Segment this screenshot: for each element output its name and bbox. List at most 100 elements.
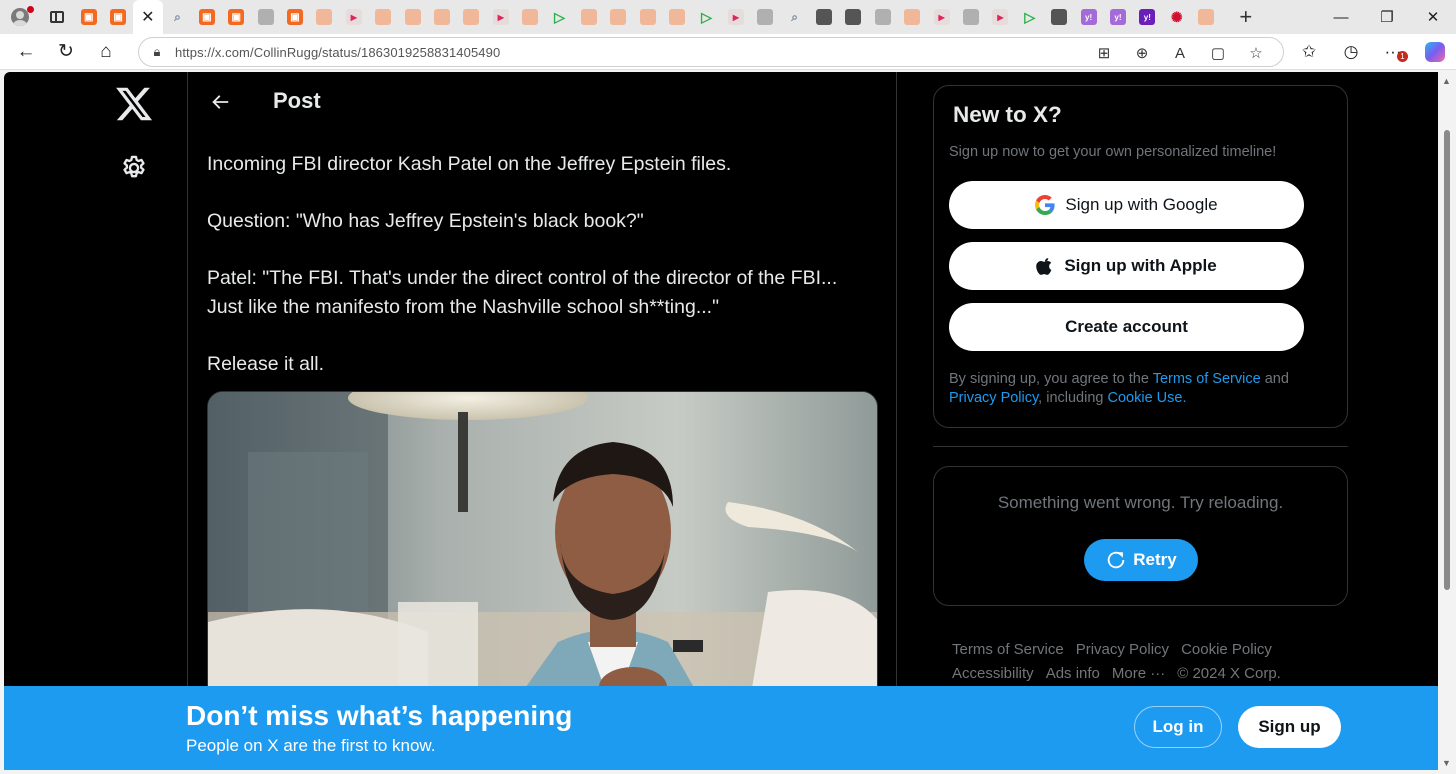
history-icon[interactable]: ◷ [1330, 35, 1372, 69]
banner-headline: Don’t miss what’s happening [186, 700, 573, 731]
close-window-icon[interactable]: ✕ [1410, 0, 1456, 34]
tab[interactable] [1103, 0, 1132, 34]
tab[interactable] [545, 0, 574, 34]
tab[interactable] [339, 0, 368, 34]
scroll-up-icon[interactable]: ▲ [1442, 76, 1451, 86]
news-favicon-icon [1051, 9, 1068, 25]
video-favicon-icon [992, 9, 1009, 25]
tab[interactable] [986, 0, 1015, 34]
footer-link[interactable]: Accessibility [952, 662, 1034, 686]
scrollbar-thumb[interactable] [1444, 130, 1450, 590]
page-title: Post [273, 88, 321, 113]
home-button[interactable]: ⌂ [86, 35, 126, 69]
read-aloud-icon[interactable]: A [1161, 45, 1199, 62]
tab[interactable] [1191, 0, 1220, 34]
reload-button[interactable]: ↻ [46, 35, 86, 69]
retry-button[interactable]: Retry [1084, 539, 1198, 581]
tab[interactable] [751, 0, 780, 34]
tab[interactable] [163, 0, 192, 34]
play-favicon-icon [699, 9, 715, 25]
error-card: Something went wrong. Try reloading. Ret… [933, 466, 1348, 606]
footer-link[interactable]: More ··· [1112, 662, 1165, 686]
tab[interactable] [398, 0, 427, 34]
tab[interactable] [1162, 0, 1191, 34]
footer-link[interactable]: Terms of Service [952, 638, 1064, 662]
minimize-icon[interactable]: — [1318, 0, 1364, 34]
tab[interactable] [956, 0, 985, 34]
tab[interactable] [457, 0, 486, 34]
tab[interactable] [251, 0, 280, 34]
new-tab-button[interactable]: + [1229, 0, 1263, 34]
yahoo-favicon-icon [1109, 9, 1126, 25]
notification-dot [27, 6, 34, 13]
post-paragraph: Incoming FBI director Kash Patel on the … [207, 153, 732, 175]
favorites-icon[interactable]: ✩ [1288, 35, 1330, 69]
address-bar[interactable]: 🔒︎ https://x.com/CollinRugg/status/18630… [138, 37, 1284, 67]
signup-button[interactable]: Sign up [1238, 706, 1341, 748]
tab[interactable] [74, 0, 103, 34]
x-logo-icon[interactable] [114, 84, 154, 124]
footer-link[interactable]: Ads info [1046, 662, 1100, 686]
tab[interactable] [809, 0, 838, 34]
back-button[interactable] [202, 84, 238, 120]
tab[interactable] [192, 0, 221, 34]
lock-icon[interactable]: 🔒︎ [139, 44, 175, 60]
close-tab-icon[interactable]: ✕ [141, 7, 154, 27]
video-favicon-icon [727, 9, 744, 25]
substack-favicon-icon [610, 9, 627, 25]
tab[interactable] [898, 0, 927, 34]
tab[interactable] [662, 0, 691, 34]
tab[interactable] [721, 0, 750, 34]
tab[interactable] [310, 0, 339, 34]
apps-icon[interactable]: ⊞ [1085, 44, 1123, 62]
tab[interactable] [633, 0, 662, 34]
profile-button[interactable] [0, 0, 40, 34]
tab[interactable] [780, 0, 809, 34]
scroll-down-icon[interactable]: ▼ [1442, 758, 1451, 768]
tab[interactable] [574, 0, 603, 34]
tab[interactable] [839, 0, 868, 34]
tab[interactable] [1074, 0, 1103, 34]
tab[interactable] [604, 0, 633, 34]
login-button[interactable]: Log in [1134, 706, 1222, 748]
tab[interactable] [103, 0, 132, 34]
settings-gear-icon[interactable] [120, 154, 148, 182]
tab[interactable] [427, 0, 456, 34]
substack-favicon-icon [316, 9, 333, 25]
tab[interactable] [1045, 0, 1074, 34]
tab[interactable] [868, 0, 897, 34]
tab[interactable] [280, 0, 309, 34]
tab[interactable] [222, 0, 251, 34]
footer-link[interactable]: Privacy Policy [1076, 638, 1169, 662]
signup-apple-button[interactable]: Sign up with Apple [949, 242, 1304, 290]
cookie-use-link[interactable]: Cookie Use [1108, 390, 1183, 406]
url-text[interactable]: https://x.com/CollinRugg/status/18630192… [175, 45, 500, 60]
signup-google-button[interactable]: Sign up with Google [949, 181, 1304, 229]
favorite-star-icon[interactable]: ☆ [1237, 44, 1275, 62]
restore-icon[interactable]: ❐ [1364, 0, 1410, 34]
immersive-reader-icon[interactable]: ▢ [1199, 44, 1237, 62]
post-video[interactable] [207, 391, 878, 711]
page-scrollbar[interactable]: ▲ ▼ [1438, 72, 1456, 774]
search-favicon-icon [787, 9, 803, 25]
create-account-button[interactable]: Create account [949, 303, 1304, 351]
tab[interactable] [486, 0, 515, 34]
active-tab[interactable]: ✕ [132, 0, 163, 34]
video-favicon-icon [492, 9, 509, 25]
tab[interactable] [692, 0, 721, 34]
tab-actions-button[interactable] [40, 0, 74, 34]
footer-link[interactable]: Cookie Policy [1181, 638, 1272, 662]
tab[interactable] [369, 0, 398, 34]
substack-favicon-icon [198, 9, 215, 25]
terms-link[interactable]: Terms of Service [1153, 371, 1261, 387]
zoom-icon[interactable]: ⊕ [1123, 44, 1161, 62]
privacy-link[interactable]: Privacy Policy [949, 390, 1038, 406]
more-options-icon[interactable]: ··· [1372, 35, 1414, 69]
tab[interactable] [927, 0, 956, 34]
tab[interactable] [1015, 0, 1044, 34]
tab[interactable] [515, 0, 544, 34]
back-nav-button[interactable]: ← [6, 35, 46, 69]
copilot-button[interactable] [1414, 35, 1456, 69]
tab[interactable] [1133, 0, 1162, 34]
primary-column: Post Incoming FBI director Kash Patel on… [187, 72, 897, 774]
